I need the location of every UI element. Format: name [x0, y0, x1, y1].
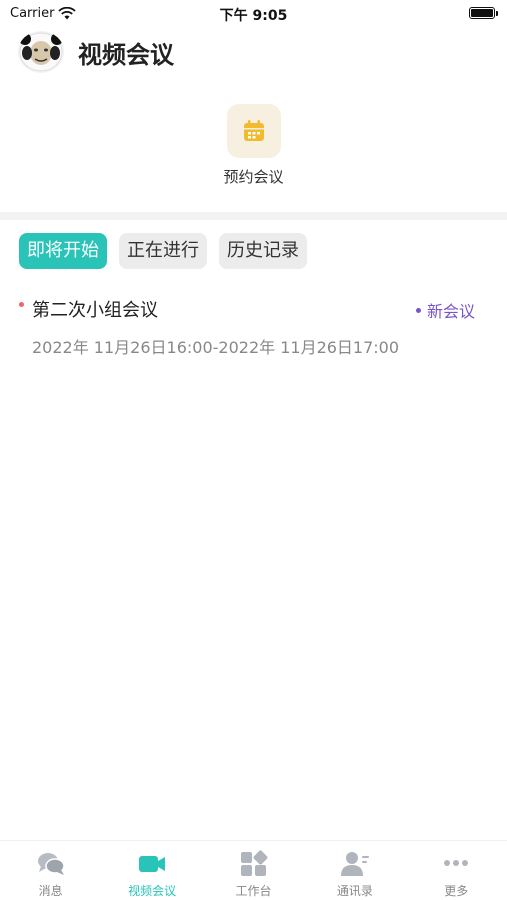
status-dot-icon	[415, 307, 421, 313]
status-bar: Carrier 下午 9:05	[0, 0, 507, 26]
nav-label-more: 更多	[444, 884, 469, 898]
page-header: 视频会议	[18, 28, 174, 76]
nav-item-contacts[interactable]: 通讯录	[305, 841, 405, 899]
tab-in-progress[interactable]: 正在进行	[119, 233, 207, 269]
meeting-time: 2022年 11月26日16:00-2022年 11月26日17:00	[32, 338, 400, 357]
status-time: 下午 9:05	[219, 8, 288, 24]
avatar[interactable]	[18, 31, 64, 73]
calendar-icon	[226, 104, 281, 158]
nav-item-more[interactable]: 更多	[406, 841, 506, 899]
unread-dot-icon	[19, 302, 24, 307]
video-camera-icon	[139, 856, 166, 872]
bottom-nav: 消息 视频会议 工作台 通讯录 更多	[0, 840, 507, 900]
nav-item-workbench[interactable]: 工作台	[203, 841, 303, 899]
meeting-status-label: 新会议	[426, 302, 475, 321]
nav-item-messages[interactable]: 消息	[1, 841, 101, 899]
chat-icon	[37, 853, 65, 875]
contacts-icon	[340, 852, 369, 876]
meeting-title: 第二次小组会议	[32, 300, 158, 321]
battery-icon	[469, 7, 498, 19]
meeting-tabs: 即将开始 正在进行 历史记录	[19, 233, 307, 269]
schedule-meeting-label: 预约会议	[223, 168, 284, 186]
nav-item-video-meeting[interactable]: 视频会议	[102, 841, 202, 899]
workbench-icon	[241, 850, 268, 876]
page-title: 视频会议	[78, 40, 174, 69]
more-icon	[444, 860, 469, 866]
nav-label-messages: 消息	[38, 884, 63, 898]
panda-avatar-icon	[19, 32, 63, 72]
schedule-meeting-action[interactable]: 预约会议	[0, 104, 507, 187]
section-divider	[0, 212, 507, 220]
tab-history[interactable]: 历史记录	[219, 233, 307, 269]
meeting-list-item[interactable]: 第二次小组会议 新会议 2022年 11月26日16:00-2022年 11月2…	[0, 294, 507, 364]
nav-label-workbench: 工作台	[235, 884, 272, 898]
nav-label-video-meeting: 视频会议	[128, 884, 177, 898]
nav-label-contacts: 通讯录	[336, 884, 373, 898]
meeting-status-badge: 新会议	[415, 298, 475, 322]
tab-upcoming[interactable]: 即将开始	[19, 233, 107, 269]
